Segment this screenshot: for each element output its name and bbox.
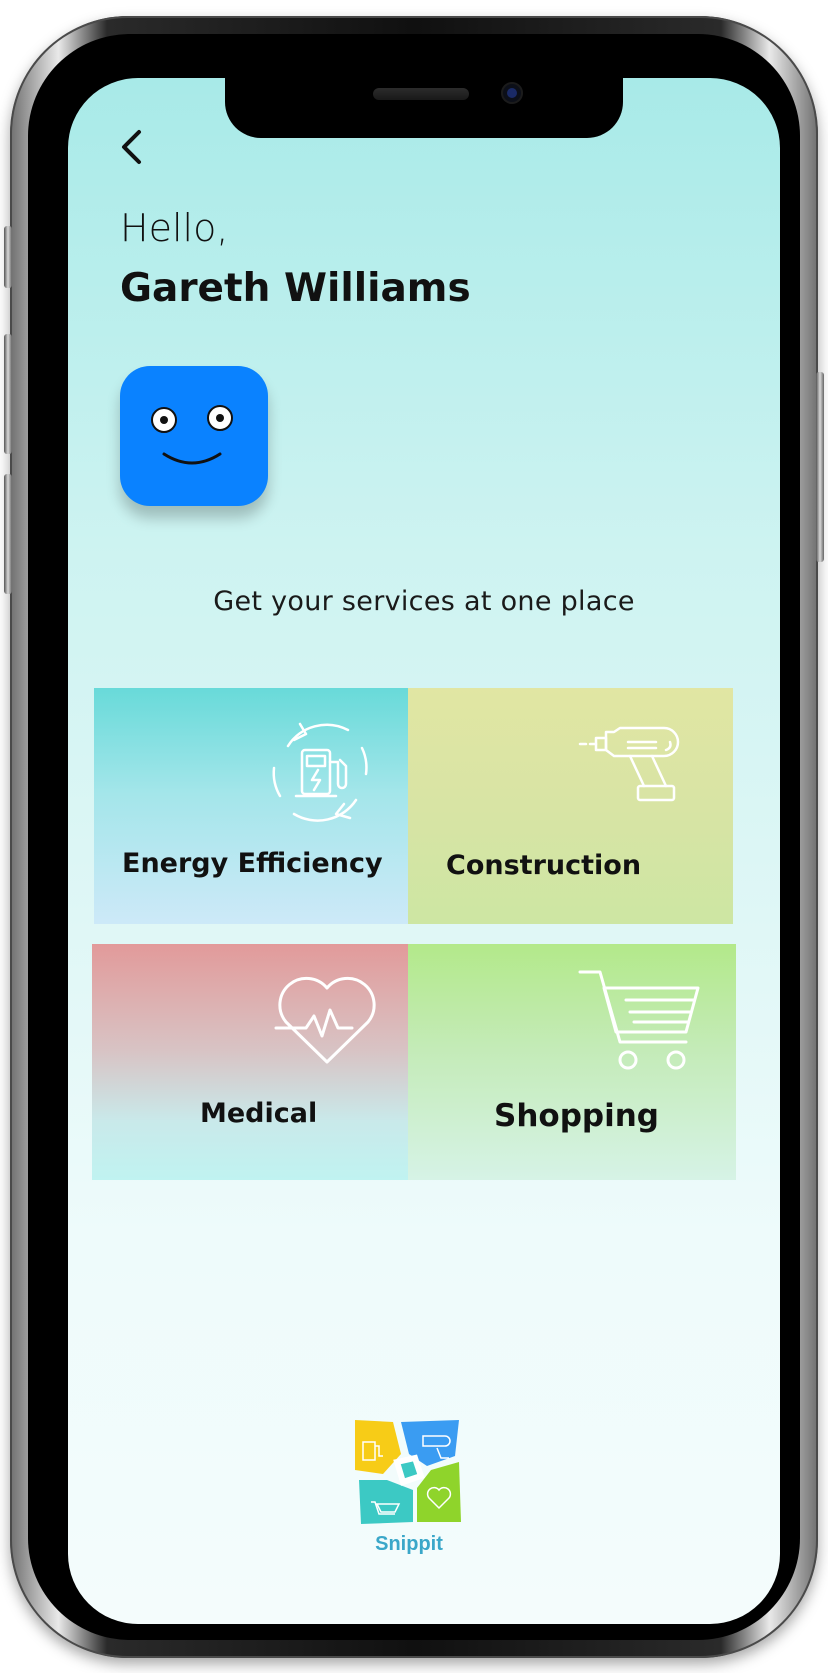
logo-mark-icon (355, 1420, 461, 1524)
greeting: Hello, (120, 206, 229, 250)
power-button (816, 372, 824, 562)
power-drill-icon (578, 726, 680, 802)
snippit-logo: Snippit (353, 1418, 465, 1558)
screen: Hello, Gareth Williams Get your services… (68, 78, 780, 1624)
service-tile-medical[interactable]: Medical (92, 944, 419, 1180)
mute-switch (4, 226, 12, 288)
phone-frame: Hello, Gareth Williams Get your services… (4, 16, 824, 1658)
notch (225, 78, 623, 138)
service-label: Medical (200, 1098, 318, 1129)
service-label: Shopping (494, 1098, 659, 1134)
chevron-left-icon (122, 130, 141, 164)
service-tile-energy-efficiency[interactable]: Energy Efficiency (94, 688, 419, 924)
service-tile-shopping[interactable]: Shopping (408, 944, 736, 1180)
user-name: Gareth Williams (120, 266, 471, 311)
service-label: Energy Efficiency (122, 848, 383, 879)
service-tile-construction[interactable]: Construction (408, 688, 733, 924)
tagline: Get your services at one place (213, 586, 635, 617)
ev-charging-station-icon (272, 722, 368, 822)
service-label: Construction (446, 850, 642, 881)
avatar[interactable] (120, 366, 268, 506)
back-button[interactable] (114, 130, 148, 164)
shopping-cart-icon (578, 970, 700, 1070)
volume-down-button (4, 474, 12, 594)
earpiece-speaker (373, 88, 469, 100)
front-camera (501, 82, 523, 104)
volume-up-button (4, 334, 12, 454)
smiley-face-icon (151, 405, 233, 465)
heart-pulse-icon (274, 976, 376, 1064)
logo-text: Snippit (375, 1533, 443, 1555)
